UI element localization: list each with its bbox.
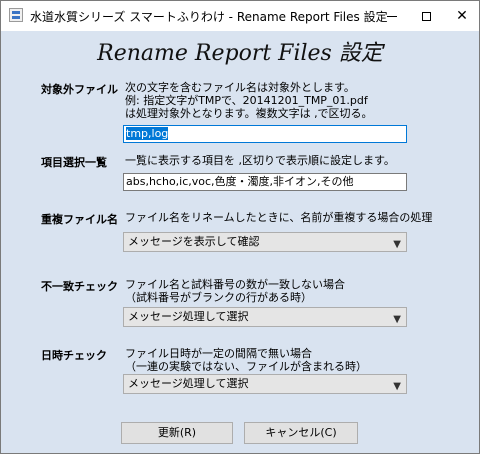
datetime-desc-line: （一連の実験ではない、ファイルが含まれる時） [125,360,367,373]
duplicate-label: 重複ファイル名 [41,213,118,226]
close-icon: ✕ [456,8,468,24]
exclude-keywords-value: tmp,log [126,127,169,140]
duplicate-select-value: メッセージを表示して確認 [128,235,260,248]
title-bar[interactable]: 水道水質シリーズ スマートふりわけ - Rename Report Files … [1,1,479,31]
cancel-button[interactable]: キャンセル(C) [244,422,358,444]
mismatch-desc-line: ファイル名と試料番号の数が一致しない場合 [125,278,345,291]
settings-window: 水道水質シリーズ スマートふりわけ - Rename Report Files … [0,0,480,454]
maximize-icon [421,11,431,21]
exclude-desc-line: 次の文字を含むファイル名は対象外とします。 [125,81,355,94]
app-icon [9,8,23,22]
close-button[interactable]: ✕ [445,1,479,31]
duplicate-description: ファイル名をリネームしたときに、名前が重複する場合の処理 [125,211,433,224]
columns-label: 項目選択一覧 [41,156,107,169]
chevron-down-icon: ▼ [393,381,401,392]
columns-input[interactable]: abs,hcho,ic,voc,色度・濁度,非イオン,その他 [123,173,407,191]
mismatch-description: ファイル名と試料番号の数が一致しない場合 （試料番号がブランクの行がある時） [125,278,345,304]
exclude-desc-line: 例: 指定文字がTMPで、20141201_TMP_01.pdf [125,94,368,107]
datetime-label: 日時チェック [41,349,107,362]
datetime-desc-line: ファイル日時が一定の間隔で無い場合 [125,347,312,360]
chevron-down-icon: ▼ [393,239,401,250]
mismatch-label: 不一致チェック [41,280,118,293]
datetime-select[interactable]: メッセージ処理して選択 ▼ [123,374,407,394]
exclude-keywords-input[interactable]: tmp,log [123,125,407,143]
datetime-select-value: メッセージ処理して選択 [128,377,249,390]
exclude-label: 対象外ファイル [41,83,118,96]
mismatch-desc-line: （試料番号がブランクの行がある時） [125,291,312,304]
exclude-description: 次の文字を含むファイル名は対象外とします。 例: 指定文字がTMPで、20141… [125,81,373,120]
chevron-down-icon: ▼ [393,314,401,325]
window-title: 水道水質シリーズ スマートふりわけ - Rename Report Files … [30,10,388,24]
duplicate-select[interactable]: メッセージを表示して確認 ▼ [123,232,407,252]
mismatch-select[interactable]: メッセージ処理して選択 ▼ [123,307,407,327]
minimize-icon [387,15,397,17]
maximize-button[interactable] [409,1,443,31]
columns-description: 一覧に表示する項目を ,区切りで表示順に設定します。 [125,154,395,167]
mismatch-select-value: メッセージ処理して選択 [128,310,249,323]
exclude-desc-line: は処理対象外となります。複数文字は ,で区切る。 [125,107,373,120]
page-heading: Rename Report Files 設定 [97,41,383,66]
datetime-description: ファイル日時が一定の間隔で無い場合 （一連の実験ではない、ファイルが含まれる時） [125,347,367,373]
minimize-button[interactable] [375,1,409,31]
update-button[interactable]: 更新(R) [121,422,233,444]
